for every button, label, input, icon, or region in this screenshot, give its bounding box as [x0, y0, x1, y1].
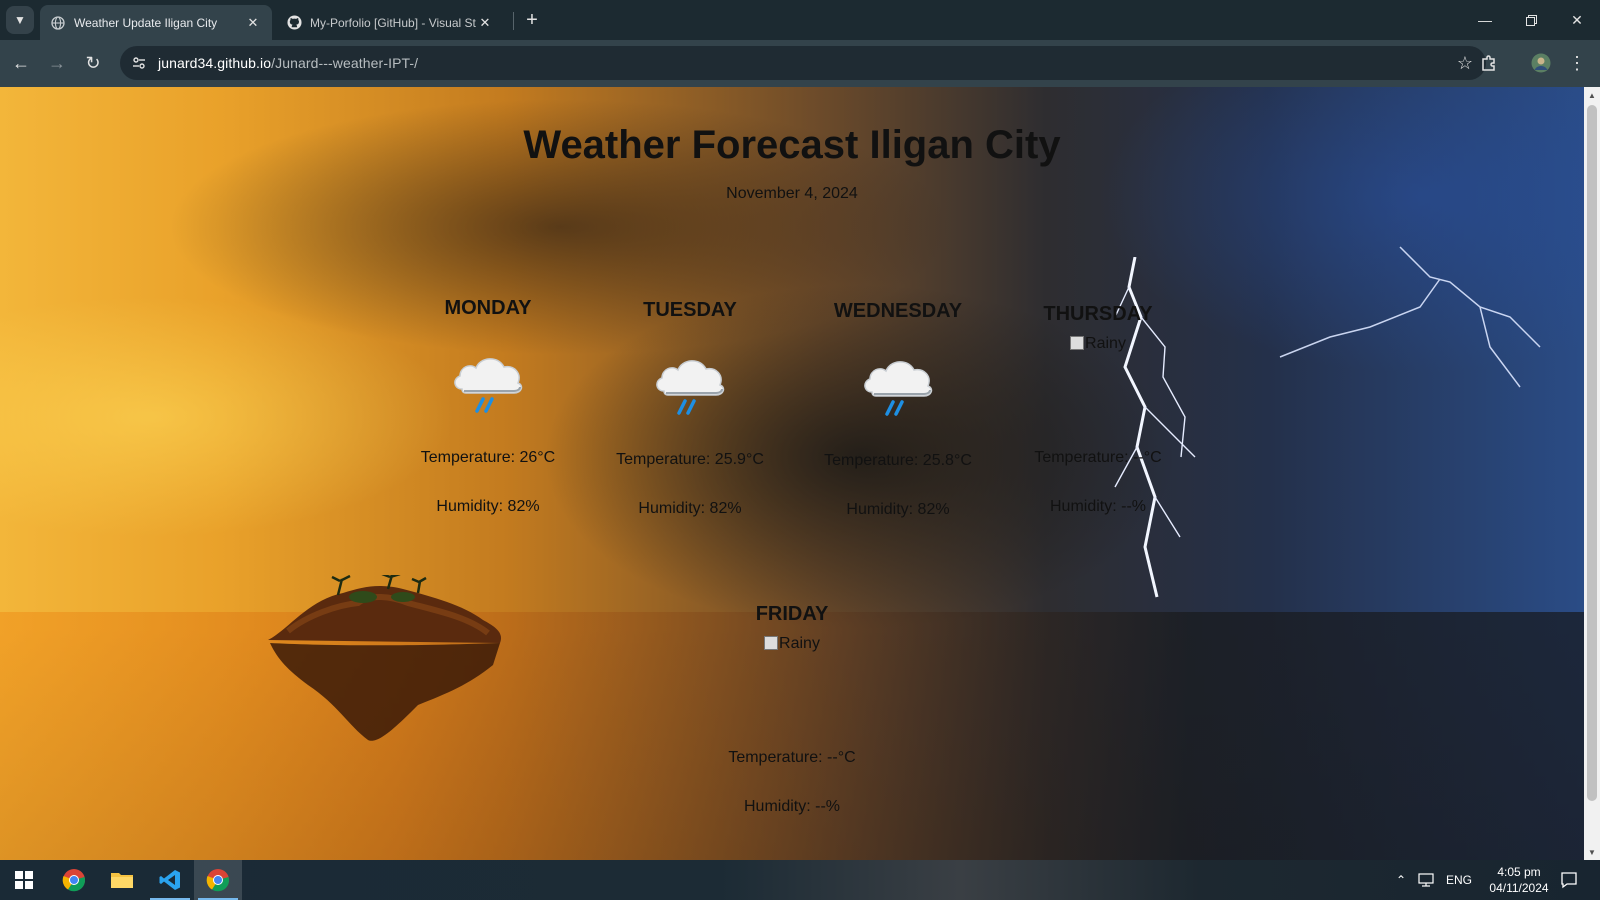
taskbar-chrome-active[interactable]	[194, 860, 242, 900]
humidity-text: Humidity: --%	[1049, 498, 1146, 515]
scrollbar-thumb[interactable]	[1587, 105, 1597, 801]
more-vertical-icon: ⋮	[1568, 52, 1586, 73]
distant-lightning-image	[1279, 246, 1541, 388]
humidity-text: Humidity: 82%	[846, 501, 950, 518]
tab-title: Weather Update Iligan City	[74, 15, 218, 30]
start-button[interactable]	[0, 860, 48, 900]
network-button[interactable]	[1418, 860, 1436, 900]
plus-icon: +	[526, 8, 538, 31]
show-hidden-icons-button[interactable]: ⌃	[1396, 860, 1406, 900]
temperature-text: Temperature: --°C	[1034, 449, 1162, 466]
day-card-tuesday: TUESDAY Temperature: 25.9°C Humidity: 82…	[590, 299, 790, 518]
minimize-button[interactable]: —	[1462, 0, 1508, 40]
new-tab-button[interactable]: +	[518, 6, 546, 34]
scroll-down-arrow-icon[interactable]: ▼	[1584, 844, 1600, 860]
temperature-text: Temperature: 25.9°C	[616, 451, 764, 468]
day-name: FRIDAY	[755, 603, 829, 625]
day-card-thursday: THURSDAY Rainy Temperature: --°C Humidit…	[998, 303, 1198, 516]
clock-time: 4:05 pm	[1497, 865, 1541, 879]
reload-icon: ↻	[85, 52, 101, 73]
web-page: Weather Forecast Iligan City November 4,…	[0, 87, 1584, 860]
day-name: MONDAY	[444, 297, 532, 319]
windows-taskbar: ⌃ ENG 4:05 pm 04/11/2024	[0, 860, 1600, 900]
day-card-friday: FRIDAY Rainy Temperature: --°C Humidity:…	[692, 603, 892, 816]
taskbar-file-explorer[interactable]	[98, 860, 146, 900]
github-icon	[286, 15, 302, 31]
url-path: /Junard---weather-IPT-/	[271, 55, 419, 71]
scroll-up-arrow-icon[interactable]: ▲	[1584, 87, 1600, 103]
day-name: WEDNESDAY	[833, 300, 963, 322]
image-alt-text: Rainy	[779, 635, 820, 652]
forward-button[interactable]: →	[42, 48, 72, 78]
taskbar-vscode[interactable]	[146, 860, 194, 900]
windows-logo-icon	[15, 871, 33, 889]
humidity-text: Humidity: --%	[743, 798, 840, 815]
broken-image-icon	[1070, 336, 1085, 350]
url-host: junard34.github.io	[158, 55, 272, 71]
profile-button[interactable]	[1526, 48, 1556, 78]
restore-button[interactable]	[1508, 0, 1554, 40]
tab-search-button[interactable]: ▼	[6, 6, 34, 34]
vscode-icon	[159, 870, 180, 890]
forecast-date: November 4, 2024	[726, 185, 858, 202]
url-text: junard34.github.io/Junard---weather-IPT-…	[158, 55, 418, 71]
rain-cloud-icon	[864, 361, 933, 416]
folder-icon	[111, 873, 133, 888]
extensions-button[interactable]	[1474, 48, 1504, 78]
globe-icon	[50, 15, 66, 31]
notifications-button[interactable]	[1560, 860, 1578, 900]
temperature-text: Temperature: --°C	[728, 749, 856, 766]
minimize-icon: —	[1478, 12, 1492, 28]
island-image	[268, 575, 502, 741]
chevron-down-icon: ▼	[14, 13, 26, 27]
arrow-left-icon: ←	[12, 52, 30, 73]
bookmark-star-icon[interactable]: ☆	[1454, 52, 1476, 74]
broken-image-placeholder: Rainy	[1070, 335, 1126, 353]
chrome-icon	[206, 869, 230, 892]
taskbar-chrome[interactable]	[50, 860, 98, 900]
language-text: ENG	[1446, 873, 1473, 887]
puzzle-icon	[1482, 55, 1495, 71]
rain-cloud-icon	[454, 358, 523, 413]
humidity-text: Humidity: 82%	[436, 498, 540, 515]
rain-cloud-icon	[656, 360, 725, 415]
broken-image-placeholder: Rainy	[764, 635, 820, 653]
tab-separator	[513, 12, 514, 30]
arrow-right-icon: →	[48, 52, 66, 73]
back-button[interactable]: ←	[6, 48, 36, 78]
close-icon[interactable]: ✕	[476, 14, 494, 32]
tab-title: My-Porfolio [GitHub] - Visual St	[310, 15, 476, 30]
close-window-button[interactable]: ✕	[1554, 0, 1600, 40]
page-title: Weather Forecast Iligan City	[523, 123, 1061, 167]
taskbar-clock[interactable]: 4:05 pm 04/11/2024	[1474, 864, 1564, 896]
browser-tab-bar: ▼ Weather Update Iligan City ✕ My-Porfol…	[0, 0, 1600, 40]
temperature-text: Temperature: 26°C	[420, 449, 556, 466]
avatar	[1531, 53, 1551, 73]
broken-image-icon	[764, 636, 779, 650]
site-settings-icon[interactable]	[128, 52, 150, 74]
clock-date: 04/11/2024	[1489, 881, 1549, 895]
humidity-text: Humidity: 82%	[638, 500, 742, 517]
restore-icon	[1525, 14, 1537, 26]
page-scrollbar[interactable]: ▲ ▼	[1584, 87, 1600, 860]
image-alt-text: Rainy	[1085, 335, 1126, 352]
chevron-up-icon: ⌃	[1396, 873, 1407, 887]
day-name: TUESDAY	[643, 299, 737, 321]
tab-my-portfolio[interactable]: My-Porfolio [GitHub] - Visual St ✕	[276, 5, 504, 40]
chrome-icon	[62, 869, 86, 892]
tab-weather-update[interactable]: Weather Update Iligan City ✕	[40, 5, 272, 40]
day-card-wednesday: WEDNESDAY Temperature: 25.8°C Humidity: …	[798, 300, 998, 519]
browser-menu-button[interactable]: ⋮	[1562, 48, 1592, 78]
language-indicator[interactable]: ENG	[1446, 860, 1472, 900]
day-name: THURSDAY	[1043, 303, 1153, 325]
notification-icon	[1561, 872, 1577, 889]
temperature-text: Temperature: 25.8°C	[824, 452, 972, 469]
day-card-monday: MONDAY Temperature: 26°C Humidity: 82%	[388, 297, 588, 516]
close-icon[interactable]: ✕	[244, 14, 262, 32]
close-icon: ✕	[1571, 11, 1583, 28]
network-icon	[1418, 873, 1434, 887]
address-bar[interactable]: junard34.github.io/Junard---weather-IPT-…	[120, 46, 1486, 80]
reload-button[interactable]: ↻	[78, 48, 108, 78]
browser-toolbar: ← → ↻ junard34.github.io/Junard---weathe…	[0, 40, 1600, 87]
